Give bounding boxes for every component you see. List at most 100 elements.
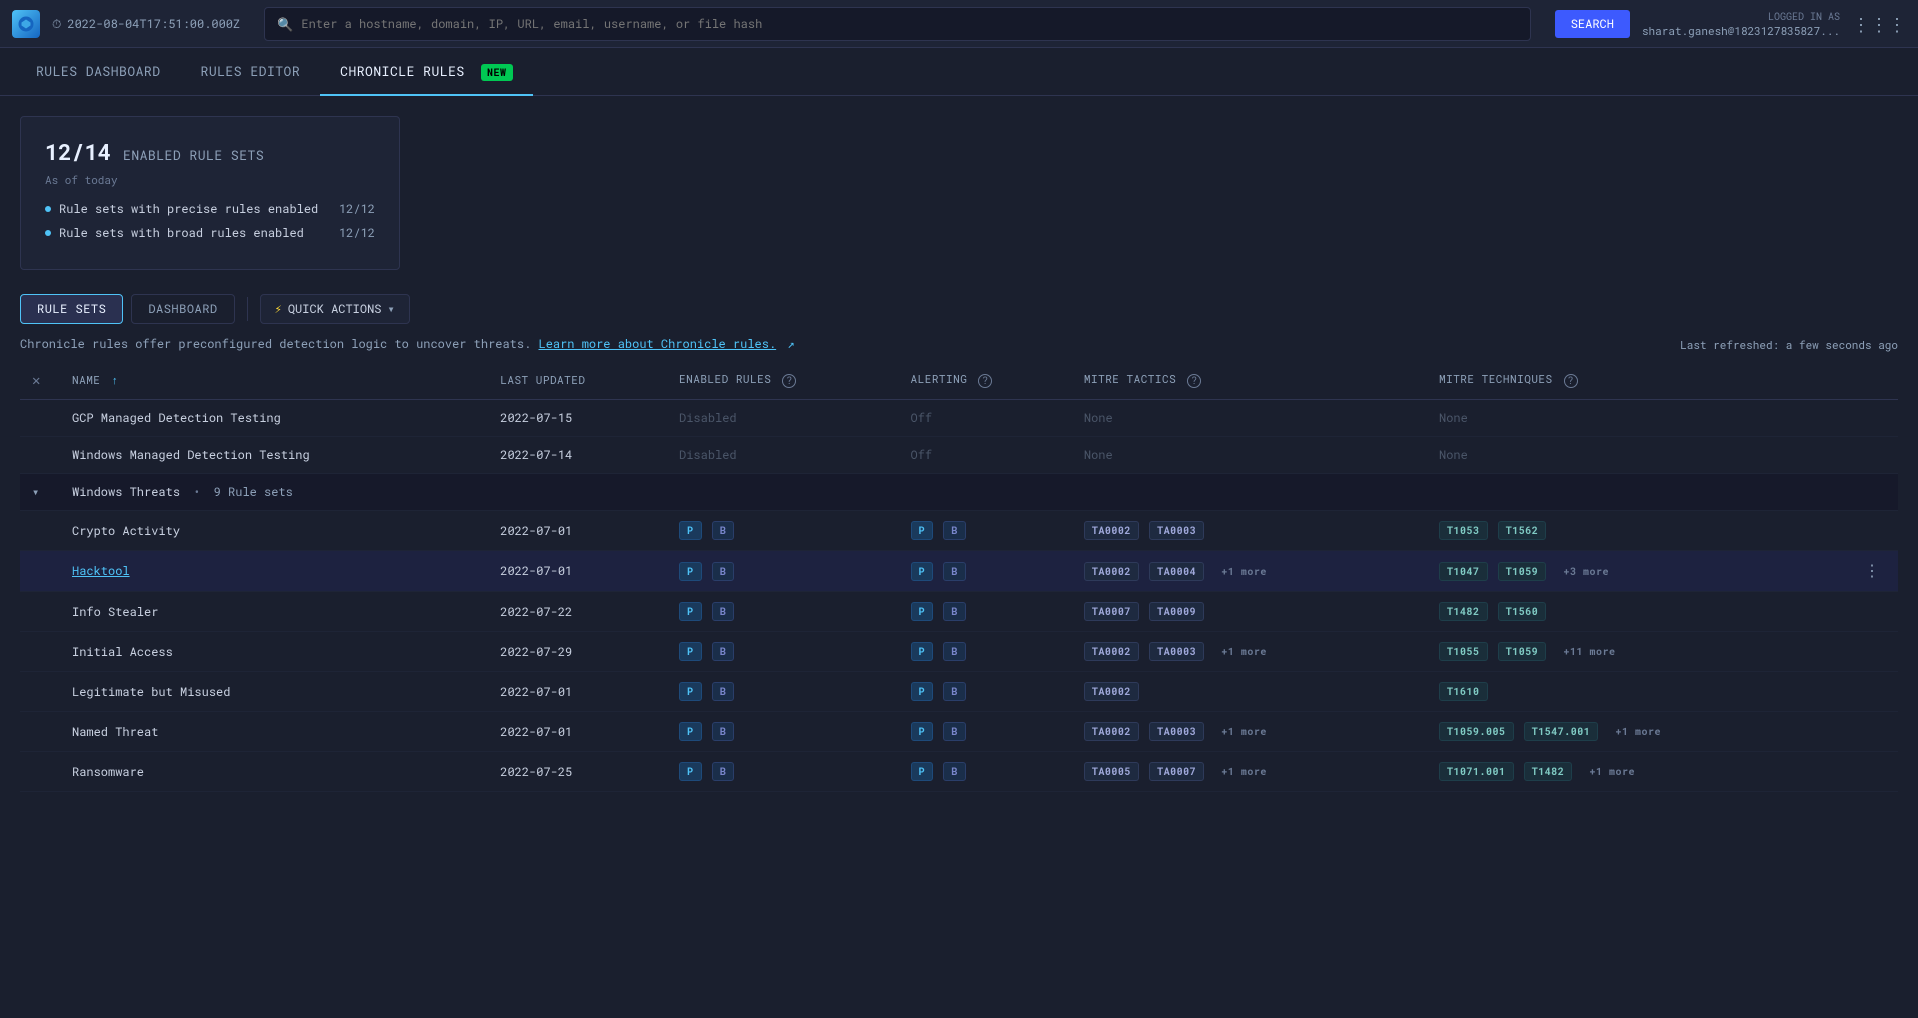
tactic-tag[interactable]: TA0007 <box>1084 602 1139 621</box>
row-name[interactable]: Ransomware <box>60 752 488 792</box>
technique-tag[interactable]: T1053 <box>1439 521 1488 540</box>
technique-more[interactable]: +3 more <box>1556 563 1616 580</box>
dot-icon-2 <box>45 230 51 236</box>
technique-tag[interactable]: T1560 <box>1498 602 1547 621</box>
tab-rules-editor[interactable]: RULES EDITOR <box>181 48 321 96</box>
technique-tag[interactable]: T1059 <box>1498 562 1547 581</box>
table-row: Hacktool 2022-07-01 P B P B TA0002 TA000… <box>20 551 1898 592</box>
expand-all-icon[interactable]: ✕ <box>32 370 41 389</box>
tag-p: P <box>679 562 702 581</box>
row-name[interactable]: Crypto Activity <box>60 511 488 551</box>
col-enabled-rules[interactable]: ENABLED RULES ? <box>667 360 899 400</box>
technique-tag[interactable]: T1059.005 <box>1439 722 1514 741</box>
nav-tabs: RULES DASHBOARD RULES EDITOR CHRONICLE R… <box>0 48 1918 96</box>
rule-sets-button[interactable]: RULE SETS <box>20 294 123 324</box>
tag-b: B <box>712 602 735 621</box>
learn-more-link[interactable]: Learn more about Chronicle rules. <box>539 336 777 352</box>
group-expand-cell[interactable]: ▾ <box>20 474 60 511</box>
row-name[interactable]: GCP Managed Detection Testing <box>60 400 488 437</box>
tactic-tag[interactable]: TA0003 <box>1149 642 1204 661</box>
tactic-tag[interactable]: TA0002 <box>1084 521 1139 540</box>
tactic-tag[interactable]: TA0007 <box>1149 762 1204 781</box>
main-content: 12/14 ENABLED RULE SETS As of today Rule… <box>0 96 1918 1018</box>
tactic-more[interactable]: +1 more <box>1214 723 1274 740</box>
stats-card: 12/14 ENABLED RULE SETS As of today Rule… <box>20 116 400 270</box>
tag-b: B <box>712 521 735 540</box>
search-bar[interactable]: 🔍 <box>264 7 1531 41</box>
technique-tag[interactable]: T1071.001 <box>1439 762 1514 781</box>
row-mitre-techniques: T1482 T1560 <box>1427 592 1846 632</box>
description-text: Chronicle rules offer preconfigured dete… <box>20 336 795 352</box>
search-button[interactable]: SEARCH <box>1555 10 1630 38</box>
row-mitre-techniques: T1055 T1059 +11 more <box>1427 632 1846 672</box>
technique-more[interactable]: +1 more <box>1582 763 1642 780</box>
tactic-more[interactable]: +1 more <box>1214 643 1274 660</box>
tactic-tag[interactable]: TA0003 <box>1149 521 1204 540</box>
more-menu-button[interactable]: ⋮ <box>1858 561 1886 581</box>
grid-icon[interactable]: ⋮⋮⋮ <box>1852 12 1906 36</box>
technique-tag[interactable]: T1482 <box>1439 602 1488 621</box>
col-expand[interactable]: ✕ <box>20 360 60 400</box>
tactic-tag[interactable]: TA0009 <box>1149 602 1204 621</box>
tactic-tag[interactable]: TA0002 <box>1084 642 1139 661</box>
stats-subtitle: As of today <box>45 172 375 187</box>
chevron-down-icon: ▾ <box>387 301 394 317</box>
row-last-updated: 2022-07-01 <box>488 672 667 712</box>
search-input[interactable] <box>301 16 1517 32</box>
col-alerting[interactable]: ALERTING ? <box>899 360 1072 400</box>
tactic-tag[interactable]: TA0005 <box>1084 762 1139 781</box>
stats-row-precise: Rule sets with precise rules enabled 12/… <box>45 201 375 217</box>
technique-tag[interactable]: T1610 <box>1439 682 1488 701</box>
row-menu[interactable]: ⋮ <box>1846 551 1898 592</box>
tab-rules-dashboard[interactable]: RULES DASHBOARD <box>16 48 181 96</box>
tactic-more[interactable]: +1 more <box>1214 563 1274 580</box>
dashboard-button[interactable]: DASHBOARD <box>131 294 234 324</box>
tactic-tag[interactable]: TA0002 <box>1084 682 1139 701</box>
tab-chronicle-rules[interactable]: CHRONICLE RULES NEW <box>320 48 532 96</box>
technique-tag[interactable]: T1059 <box>1498 642 1547 661</box>
row-name[interactable]: Windows Managed Detection Testing <box>60 437 488 474</box>
row-mitre-techniques: T1071.001 T1482 +1 more <box>1427 752 1846 792</box>
technique-tag[interactable]: T1055 <box>1439 642 1488 661</box>
mitre-techniques-help-icon[interactable]: ? <box>1564 374 1578 388</box>
table-row: Windows Managed Detection Testing 2022-0… <box>20 437 1898 474</box>
tag-b: B <box>943 562 966 581</box>
technique-tag[interactable]: T1482 <box>1524 762 1573 781</box>
row-name[interactable]: Hacktool <box>60 551 488 592</box>
tactic-tag[interactable]: TA0003 <box>1149 722 1204 741</box>
row-last-updated: 2022-07-25 <box>488 752 667 792</box>
technique-more[interactable]: +11 more <box>1556 643 1622 660</box>
row-mitre-techniques: None <box>1427 437 1846 474</box>
tactic-tag[interactable]: TA0002 <box>1084 562 1139 581</box>
quick-actions-button[interactable]: ⚡ QUICK ACTIONS ▾ <box>260 294 410 324</box>
row-alerting: P B <box>899 632 1072 672</box>
tag-p: P <box>911 682 934 701</box>
tag-b: B <box>943 762 966 781</box>
technique-tag[interactable]: T1547.001 <box>1524 722 1599 741</box>
group-row: ▾ Windows Threats • 9 Rule sets <box>20 474 1898 511</box>
col-last-updated[interactable]: LAST UPDATED <box>488 360 667 400</box>
row-enabled-rules: P B <box>667 511 899 551</box>
technique-tag[interactable]: T1562 <box>1498 521 1547 540</box>
tag-b: B <box>712 762 735 781</box>
col-mitre-tactics[interactable]: MITRE TACTICS ? <box>1072 360 1427 400</box>
chevron-down-icon[interactable]: ▾ <box>32 484 39 500</box>
tactic-more[interactable]: +1 more <box>1214 763 1274 780</box>
technique-tag[interactable]: T1047 <box>1439 562 1488 581</box>
col-name[interactable]: NAME ↑ <box>60 360 488 400</box>
row-name[interactable]: Info Stealer <box>60 592 488 632</box>
tactic-tag[interactable]: TA0002 <box>1084 722 1139 741</box>
tactic-tag[interactable]: TA0004 <box>1149 562 1204 581</box>
mitre-tactics-help-icon[interactable]: ? <box>1187 374 1201 388</box>
enabled-rules-help-icon[interactable]: ? <box>782 374 796 388</box>
row-name[interactable]: Named Threat <box>60 712 488 752</box>
col-mitre-techniques[interactable]: MITRE TECHNIQUES ? <box>1427 360 1846 400</box>
expand-cell <box>20 632 60 672</box>
tag-p: P <box>679 682 702 701</box>
hacktool-link[interactable]: Hacktool <box>72 563 130 579</box>
alerting-help-icon[interactable]: ? <box>978 374 992 388</box>
table-row: Ransomware 2022-07-25 P B P B TA0005 TA0… <box>20 752 1898 792</box>
row-name[interactable]: Legitimate but Misused <box>60 672 488 712</box>
row-name[interactable]: Initial Access <box>60 632 488 672</box>
technique-more[interactable]: +1 more <box>1608 723 1668 740</box>
